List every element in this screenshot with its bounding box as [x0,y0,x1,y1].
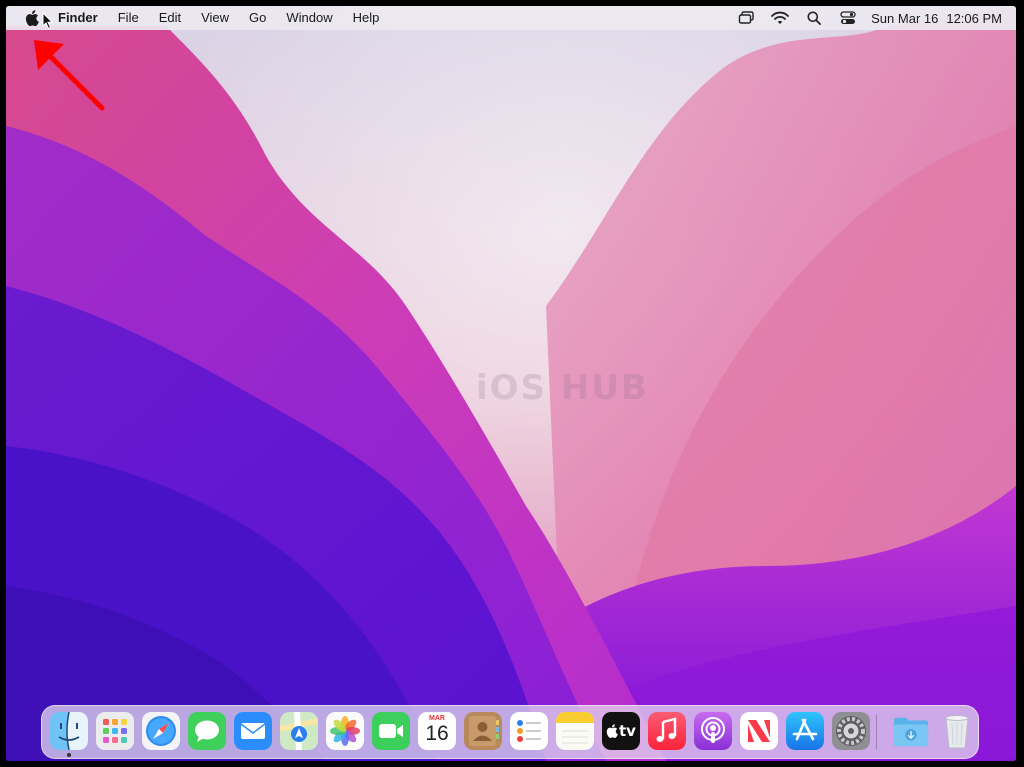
menu-go[interactable]: Go [239,6,276,30]
menu-view[interactable]: View [191,6,239,30]
menu-edit[interactable]: Edit [149,6,191,30]
watermark: iOS HUB [476,368,649,408]
photos-icon[interactable] [326,712,364,750]
control-center-icon[interactable] [839,10,857,26]
menu-bar: Finder File Edit View Go Window Help Sun… [6,6,1016,30]
finder-running-indicator [67,753,71,757]
spotlight-search-icon[interactable] [805,10,823,26]
calendar-day: 16 [425,722,449,745]
mouse-cursor-icon [42,12,54,30]
notes-icon[interactable] [556,712,594,750]
apple-tv-icon[interactable]: tv [602,712,640,750]
safari-icon[interactable] [142,712,180,750]
facetime-icon[interactable] [372,712,410,750]
finder-icon[interactable] [50,712,88,750]
launchpad-icon[interactable] [96,712,134,750]
dock-separator [876,714,877,750]
menu-file[interactable]: File [108,6,149,30]
wifi-icon[interactable] [771,10,790,26]
menu-window[interactable]: Window [276,6,342,30]
screen-mirroring-icon[interactable] [737,10,755,26]
mail-icon[interactable] [234,712,272,750]
podcasts-icon[interactable] [694,712,732,750]
system-preferences-icon[interactable] [832,712,870,750]
menu-time[interactable]: 12:06 PM [946,11,1002,26]
calendar-month: MAR [429,715,445,722]
menu-date[interactable]: Sun Mar 16 [871,11,938,26]
calendar-icon[interactable]: MAR 16 [418,712,456,750]
music-icon[interactable] [648,712,686,750]
tv-label: tv [619,722,636,740]
menu-app-finder[interactable]: Finder [50,6,108,30]
messages-icon[interactable] [188,712,226,750]
desktop: iOS HUB Finder File Edit View Go Window … [6,6,1016,761]
apple-menu-icon[interactable] [23,9,40,27]
reminders-icon[interactable] [510,712,548,750]
app-store-icon[interactable] [786,712,824,750]
dock: MAR 16 tv [41,705,979,759]
maps-icon[interactable] [280,712,318,750]
contacts-icon[interactable] [464,712,502,750]
annotation-arrow-icon [34,40,105,111]
news-icon[interactable] [740,712,778,750]
downloads-folder-icon[interactable] [892,712,930,750]
menu-help[interactable]: Help [343,6,390,30]
trash-icon[interactable] [938,712,976,750]
